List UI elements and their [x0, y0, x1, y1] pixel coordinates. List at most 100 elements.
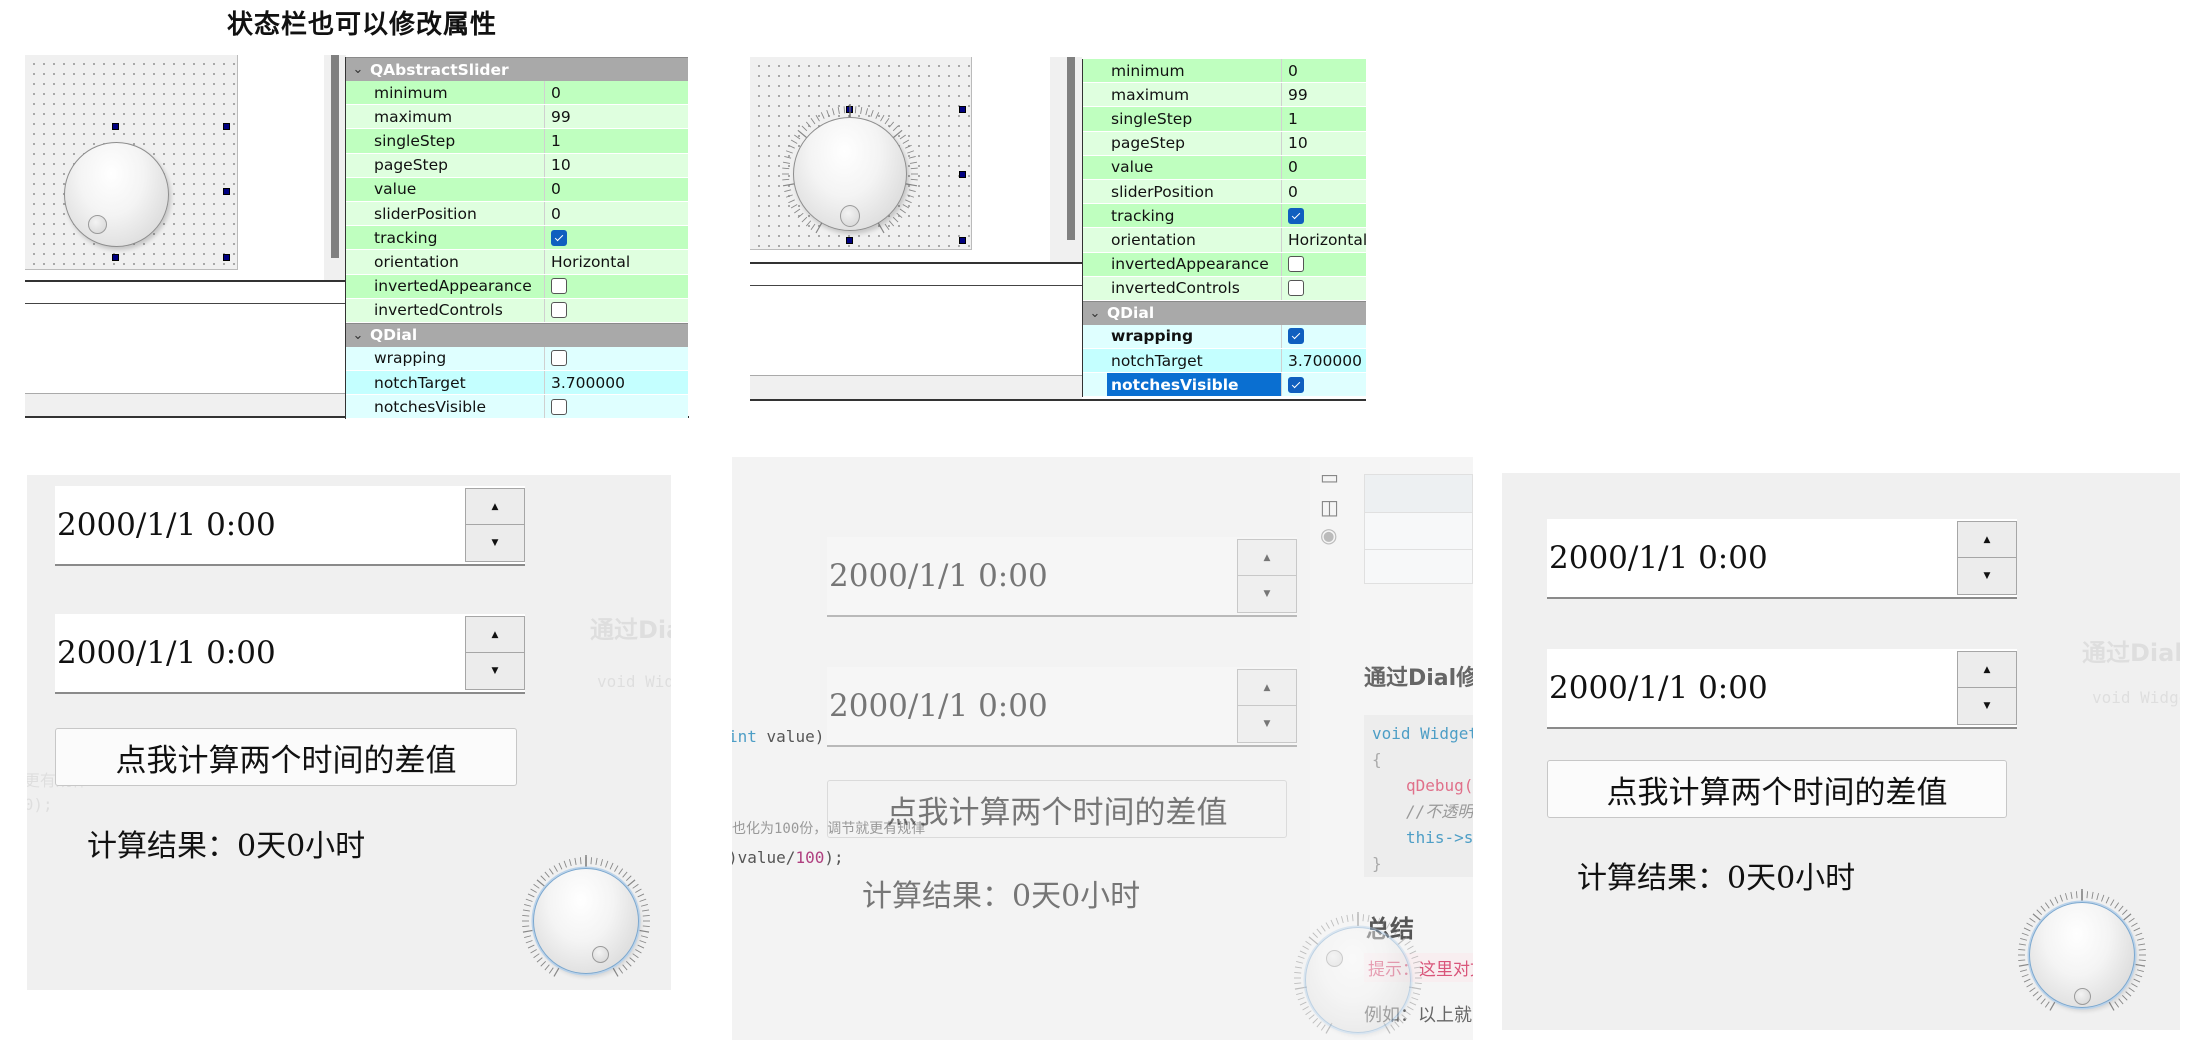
- selection-handle[interactable]: [112, 254, 119, 261]
- selection-handle[interactable]: [846, 237, 853, 244]
- spin-down-button[interactable]: ▼: [466, 653, 524, 689]
- property-value[interactable]: 3.700000: [545, 371, 688, 395]
- spin-down-button[interactable]: ▼: [1958, 688, 2016, 724]
- calculate-difference-button[interactable]: 点我计算两个时间的差值: [55, 728, 517, 786]
- property-checkbox[interactable]: [1288, 280, 1304, 297]
- chevron-down-icon[interactable]: ⌄: [346, 62, 370, 77]
- property-row[interactable]: invertedControls: [346, 298, 688, 323]
- spin-down-button[interactable]: ▼: [1238, 576, 1296, 612]
- datetime-edit-end[interactable]: 2000/1/1 0:00 ▲ ▼: [827, 667, 1297, 747]
- property-checkbox[interactable]: [1288, 256, 1304, 273]
- canvas-scrollbar[interactable]: [331, 55, 339, 258]
- property-row[interactable]: sliderPosition 0: [346, 201, 688, 227]
- property-value[interactable]: 10: [545, 153, 688, 177]
- property-row[interactable]: orientation Horizontal: [1083, 228, 1366, 253]
- property-row[interactable]: notchTarget 3.700000: [346, 371, 688, 396]
- layout-split-icon[interactable]: ◫: [1320, 495, 1339, 519]
- designer-canvas-1[interactable]: [25, 55, 238, 270]
- spin-up-button[interactable]: ▲: [1238, 540, 1296, 576]
- property-value[interactable]: [1282, 252, 1366, 276]
- spin-up-button[interactable]: ▲: [466, 489, 524, 525]
- property-row[interactable]: tracking: [346, 226, 688, 251]
- property-value[interactable]: [545, 274, 688, 298]
- property-row[interactable]: notchesVisible: [346, 395, 688, 420]
- property-row[interactable]: singleStep 1: [1083, 107, 1366, 132]
- property-row[interactable]: wrapping: [346, 346, 688, 372]
- property-value[interactable]: [1282, 276, 1366, 300]
- property-group-header[interactable]: ⌄ QAbstractSlider: [346, 57, 688, 81]
- property-value[interactable]: 0: [545, 81, 688, 105]
- dial-widget[interactable]: [2029, 902, 2135, 1008]
- dial-widget[interactable]: [793, 117, 907, 231]
- spin-up-button[interactable]: ▲: [466, 617, 524, 653]
- property-value[interactable]: 0: [1282, 155, 1366, 179]
- property-value[interactable]: 0: [545, 177, 688, 201]
- property-value[interactable]: [545, 298, 688, 322]
- property-checkbox[interactable]: [551, 278, 567, 295]
- property-value[interactable]: 99: [1282, 83, 1366, 107]
- property-value[interactable]: [545, 346, 688, 371]
- spin-down-button[interactable]: ▼: [1958, 558, 2016, 594]
- property-row[interactable]: invertedAppearance: [346, 274, 688, 299]
- property-row[interactable]: notchTarget 3.700000: [1083, 349, 1366, 374]
- property-group-header[interactable]: ⌄ QDial: [346, 322, 688, 347]
- selection-handle[interactable]: [959, 171, 966, 178]
- property-checkbox[interactable]: [551, 302, 567, 319]
- property-value[interactable]: 10: [1282, 131, 1366, 155]
- property-checkbox[interactable]: [551, 398, 567, 415]
- spin-up-button[interactable]: ▲: [1958, 652, 2016, 688]
- spin-up-button[interactable]: ▲: [1238, 670, 1296, 706]
- property-row[interactable]: minimum 0: [346, 81, 688, 106]
- datetime-edit-end[interactable]: 2000/1/1 0:00 ▲ ▼: [55, 614, 525, 694]
- property-value[interactable]: 0: [1282, 59, 1366, 83]
- preview-eye-icon[interactable]: ◉: [1320, 523, 1337, 547]
- property-value[interactable]: [1282, 324, 1366, 349]
- chevron-down-icon[interactable]: ⌄: [346, 328, 370, 343]
- property-value[interactable]: 99: [545, 105, 688, 129]
- property-checkbox[interactable]: [1288, 328, 1304, 345]
- calculate-difference-button[interactable]: 点我计算两个时间的差值: [1547, 760, 2007, 818]
- property-group-header[interactable]: ⌄ QDial: [1083, 300, 1366, 325]
- dial-widget[interactable]: [64, 142, 169, 247]
- property-value[interactable]: 0: [1282, 179, 1366, 204]
- dial-widget[interactable]: [533, 868, 639, 974]
- property-row[interactable]: orientation Horizontal: [346, 250, 688, 275]
- layout-single-icon[interactable]: ▭: [1320, 465, 1339, 489]
- property-row[interactable]: notchesVisible: [1083, 373, 1366, 398]
- selection-handle[interactable]: [959, 106, 966, 113]
- datetime-edit-start[interactable]: 2000/1/1 0:00 ▲ ▼: [1547, 519, 2017, 599]
- chevron-down-icon[interactable]: ⌄: [1083, 306, 1107, 321]
- spin-down-button[interactable]: ▼: [466, 525, 524, 561]
- selection-handle[interactable]: [959, 237, 966, 244]
- property-value[interactable]: [1282, 204, 1366, 228]
- property-row[interactable]: pageStep 10: [1083, 131, 1366, 156]
- property-row[interactable]: invertedControls: [1083, 276, 1366, 301]
- spin-up-button[interactable]: ▲: [1958, 522, 2016, 558]
- property-row[interactable]: value 0: [346, 177, 688, 202]
- dial-widget[interactable]: [1305, 927, 1411, 1033]
- property-checkbox[interactable]: [1288, 376, 1304, 393]
- property-row[interactable]: singleStep 1: [346, 129, 688, 154]
- property-value[interactable]: 1: [1282, 107, 1366, 131]
- selection-handle[interactable]: [846, 106, 853, 113]
- property-row[interactable]: pageStep 10: [346, 153, 688, 178]
- selection-handle[interactable]: [223, 254, 230, 261]
- property-value[interactable]: Horizontal: [1282, 228, 1366, 252]
- property-row[interactable]: maximum 99: [346, 105, 688, 130]
- property-value[interactable]: 0: [545, 201, 688, 226]
- property-row[interactable]: maximum 99: [1083, 83, 1366, 108]
- property-checkbox[interactable]: [1288, 207, 1304, 224]
- selection-handle[interactable]: [112, 123, 119, 130]
- property-row[interactable]: invertedAppearance: [1083, 252, 1366, 277]
- property-row[interactable]: tracking: [1083, 204, 1366, 229]
- property-value[interactable]: Horizontal: [545, 250, 688, 274]
- property-row[interactable]: value 0: [1083, 155, 1366, 180]
- property-value[interactable]: [1282, 373, 1366, 397]
- property-value[interactable]: 3.700000: [1282, 349, 1366, 373]
- canvas-scrollbar[interactable]: [1067, 57, 1075, 240]
- property-row[interactable]: sliderPosition 0: [1083, 179, 1366, 205]
- calculate-difference-button[interactable]: 点我计算两个时间的差值: [827, 780, 1287, 838]
- datetime-edit-end[interactable]: 2000/1/1 0:00 ▲ ▼: [1547, 649, 2017, 729]
- property-row[interactable]: minimum 0: [1083, 59, 1366, 84]
- property-checkbox[interactable]: [551, 350, 567, 367]
